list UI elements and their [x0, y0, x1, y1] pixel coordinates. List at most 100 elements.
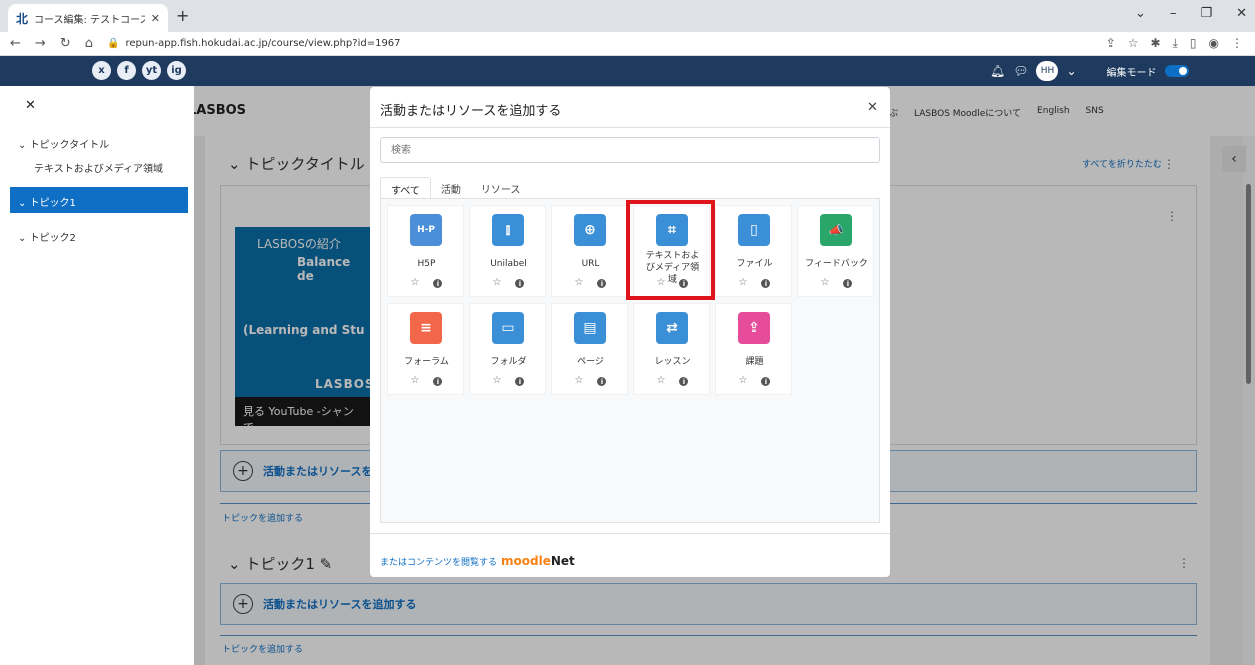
module-page[interactable]: ▤ ページ ☆ i — [551, 303, 628, 395]
chevron-down-icon[interactable]: ⌄ — [1066, 64, 1076, 78]
sidepanel-icon[interactable]: ▯ — [1190, 36, 1197, 51]
info-icon[interactable]: i — [597, 377, 607, 386]
forward-icon[interactable]: → — [35, 36, 46, 51]
module-actions: ☆ i — [470, 375, 547, 386]
star-icon[interactable]: ☆ — [739, 375, 748, 386]
module-feedback[interactable]: 📣 フィードバック ☆ i — [797, 205, 874, 297]
url-field[interactable]: 🔒 repun-app.fish.hokudai.ac.jp/course/vi… — [107, 38, 401, 49]
tab-resources[interactable]: リソース — [471, 177, 531, 199]
star-icon[interactable]: ☆ — [821, 277, 830, 288]
bookmark-star-icon[interactable]: ☆ — [1128, 36, 1139, 51]
facebook-icon[interactable]: f — [117, 61, 136, 80]
tab-activities[interactable]: 活動 — [431, 177, 471, 199]
module-forum[interactable]: ≡ フォーラム ☆ i — [387, 303, 464, 395]
module-actions: ☆ i — [798, 277, 875, 288]
modal-close-icon[interactable]: ✕ — [867, 100, 878, 115]
module-label: ページ — [577, 357, 604, 367]
browser-tabbar: 北 コース編集: テストコース３ | LASBOS ✕ + ⌄ – ❐ ✕ — [0, 0, 1255, 32]
info-icon[interactable]: i — [433, 377, 443, 386]
drawer-item-topic-title[interactable]: ⌄ トピックタイトル — [18, 136, 109, 151]
browse-content-label: またはコンテンツを閲覧する — [380, 557, 498, 568]
share-icon[interactable]: ⇪ — [1106, 36, 1116, 51]
edit-mode-toggle[interactable] — [1164, 65, 1189, 77]
page-icon: ▤ — [574, 312, 606, 344]
info-icon[interactable]: i — [679, 377, 689, 386]
social-links: x f yt ig — [92, 61, 186, 80]
star-icon[interactable]: ☆ — [739, 277, 748, 288]
lesson-icon: ⇄ — [656, 312, 688, 344]
forum-icon: ≡ — [410, 312, 442, 344]
module-label: フィードバック — [805, 259, 868, 269]
drawer-item-text-media[interactable]: テキストおよびメディア領域 — [34, 160, 163, 175]
unilabel-icon: ⫾ — [492, 214, 524, 246]
browser-tab[interactable]: 北 コース編集: テストコース３ | LASBOS ✕ — [8, 4, 168, 32]
module-label: URL — [581, 259, 600, 269]
tab-close-icon[interactable]: ✕ — [151, 12, 160, 25]
module-actions: ☆ i — [470, 277, 547, 288]
highlight-box — [626, 200, 715, 300]
star-icon[interactable]: ☆ — [657, 375, 666, 386]
module-label: レッスン — [654, 357, 691, 367]
module-label: Unilabel — [490, 259, 527, 269]
menu-icon[interactable]: ⋮ — [1231, 36, 1243, 51]
drawer-item-topic1[interactable]: ⌄ トピック1 — [10, 187, 188, 213]
module-actions: ☆ i — [716, 375, 793, 386]
file-icon: ▯ — [738, 214, 770, 246]
star-icon[interactable]: ☆ — [493, 375, 502, 386]
new-tab-icon[interactable]: + — [176, 6, 189, 25]
star-icon[interactable]: ☆ — [411, 277, 420, 288]
star-icon[interactable]: ☆ — [411, 375, 420, 386]
minimize-icon[interactable]: – — [1170, 6, 1177, 21]
drawer-item-topic2[interactable]: ⌄ トピック2 — [18, 229, 76, 244]
extensions-icon[interactable]: ✱ — [1151, 36, 1161, 51]
info-icon[interactable]: i — [761, 279, 771, 288]
youtube-icon[interactable]: yt — [142, 61, 161, 80]
info-icon[interactable]: i — [761, 377, 771, 386]
module-url[interactable]: ⊕ URL ☆ i — [551, 205, 628, 297]
tab-all[interactable]: すべて — [380, 177, 431, 199]
info-icon[interactable]: i — [515, 279, 525, 288]
close-drawer-icon[interactable]: ✕ — [25, 98, 36, 113]
info-icon[interactable]: i — [515, 377, 525, 386]
edit-mode-label: 編集モード — [1106, 67, 1157, 79]
info-icon[interactable]: i — [597, 279, 607, 288]
tab-title: コース編集: テストコース３ | LASBOS — [34, 14, 145, 26]
h5p-icon: H-P — [410, 214, 442, 246]
avatar[interactable]: HH — [1036, 61, 1059, 81]
close-window-icon[interactable]: ✕ — [1236, 6, 1247, 21]
module-actions: ☆ i — [388, 375, 465, 386]
modal-divider — [370, 127, 890, 128]
reload-icon[interactable]: ↻ — [60, 36, 71, 51]
tab-search-icon[interactable]: ⌄ — [1135, 6, 1146, 21]
module-h5p[interactable]: H-P H5P ☆ i — [387, 205, 464, 297]
info-icon[interactable]: i — [843, 279, 853, 288]
info-icon[interactable]: i — [433, 279, 443, 288]
site-favicon-icon: 北 — [16, 11, 29, 26]
moodlenet-logo-a: moodle — [501, 554, 551, 568]
module-unilabel[interactable]: ⫾ Unilabel ☆ i — [469, 205, 546, 297]
moodlenet-link[interactable]: またはコンテンツを閲覧する moodleNet — [380, 554, 575, 568]
activity-chooser-modal: 活動またはリソースを追加する ✕ すべて 活動 リソース H-P H5P ☆i … — [370, 87, 890, 577]
url-text: repun-app.fish.hokudai.ac.jp/course/view… — [125, 38, 401, 49]
module-file[interactable]: ▯ ファイル ☆ i — [715, 205, 792, 297]
bell-icon[interactable]: 🔔︎ — [990, 64, 1005, 78]
chat-icon[interactable]: 💬︎ — [1013, 64, 1028, 78]
module-actions: ☆ i — [716, 277, 793, 288]
instagram-icon[interactable]: ig — [167, 61, 186, 80]
home-icon[interactable]: ⌂ — [85, 36, 93, 51]
module-lesson[interactable]: ⇄ レッスン ☆ i — [633, 303, 710, 395]
star-icon[interactable]: ☆ — [493, 277, 502, 288]
star-icon[interactable]: ☆ — [575, 375, 584, 386]
profile-icon[interactable]: ◉ — [1209, 36, 1219, 51]
back-icon[interactable]: ← — [10, 36, 21, 51]
download-icon[interactable]: ⤓ — [1173, 36, 1178, 51]
star-icon[interactable]: ☆ — [575, 277, 584, 288]
module-folder[interactable]: ▭ フォルダ ☆ i — [469, 303, 546, 395]
x-icon[interactable]: x — [92, 61, 111, 80]
search-input[interactable] — [380, 137, 880, 163]
module-actions: ☆ i — [388, 277, 465, 288]
module-label: フォルダ — [490, 357, 527, 367]
module-assignment[interactable]: ⇪ 課題 ☆ i — [715, 303, 792, 395]
restore-icon[interactable]: ❐ — [1200, 6, 1212, 21]
address-bar: ← → ↻ ⌂ 🔒 repun-app.fish.hokudai.ac.jp/c… — [0, 32, 1255, 56]
